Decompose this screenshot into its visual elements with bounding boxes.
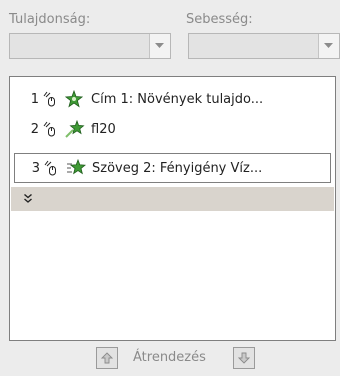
mouse-click-icon xyxy=(43,121,57,137)
speed-dropdown-button[interactable] xyxy=(318,34,339,58)
arrow-up-icon xyxy=(101,352,113,364)
list-item-selected[interactable]: 3 Szöveg 2: Fényigény Víz... xyxy=(14,153,331,183)
property-dropdown[interactable] xyxy=(9,33,171,59)
entrance-effect-star-icon xyxy=(65,90,87,108)
item-number: 2 xyxy=(30,121,39,137)
double-chevron-down-icon xyxy=(24,194,32,203)
item-number: 1 xyxy=(30,91,39,107)
move-up-button[interactable] xyxy=(96,347,118,369)
reorder-label: Átrendezés xyxy=(133,350,206,365)
speed-dropdown[interactable] xyxy=(188,33,340,59)
item-text: Cím 1: Növények tulajdo... xyxy=(91,91,264,107)
arrow-down-icon xyxy=(238,352,250,364)
reorder-bar: Átrendezés xyxy=(0,347,340,371)
item-text: fl20 xyxy=(91,121,116,137)
move-down-button[interactable] xyxy=(233,347,255,369)
speed-label: Sebesség: xyxy=(186,12,253,27)
chevron-down-icon xyxy=(155,43,164,48)
list-item[interactable]: 2 fl20 xyxy=(11,116,334,142)
animation-list[interactable]: 1 Cím 1: Növények tulajdo... 2 fl20 3 Sz… xyxy=(9,76,336,341)
list-item[interactable]: 1 Cím 1: Növények tulajdo... xyxy=(11,86,334,112)
entrance-effect-star-icon xyxy=(66,159,88,177)
entrance-effect-star-icon xyxy=(65,120,87,138)
chevron-down-icon xyxy=(324,43,333,48)
item-text: Szöveg 2: Fényigény Víz... xyxy=(92,160,263,176)
item-number: 3 xyxy=(31,160,40,176)
expand-button[interactable] xyxy=(11,187,334,211)
mouse-click-icon xyxy=(44,160,58,176)
mouse-click-icon xyxy=(43,91,57,107)
property-label: Tulajdonság: xyxy=(9,12,91,27)
property-dropdown-button[interactable] xyxy=(149,34,170,58)
